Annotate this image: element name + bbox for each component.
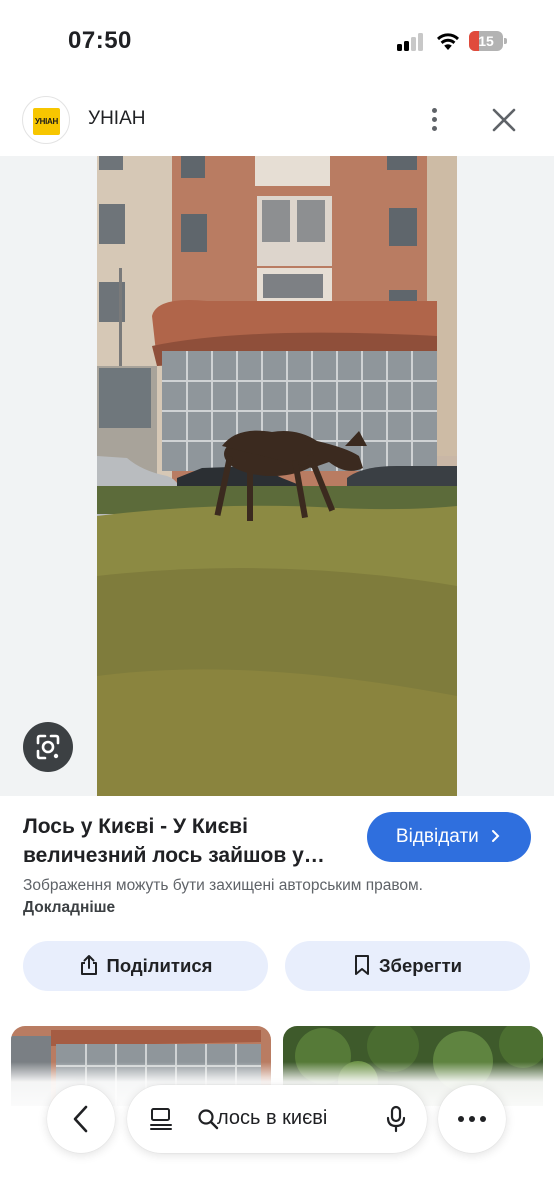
close-icon[interactable] [488, 104, 520, 136]
battery-icon: 15 [469, 31, 507, 51]
tabs-list-icon[interactable] [148, 1106, 174, 1132]
image-preview-area [0, 156, 554, 796]
search-icon [198, 1109, 219, 1130]
copyright-notice: Зображення можуть бути захищені авторськ… [23, 875, 433, 919]
status-bar: 07:50 15 [0, 0, 554, 82]
battery-level: 15 [478, 33, 494, 49]
chevron-right-icon [492, 829, 500, 842]
chevron-left-icon [73, 1105, 88, 1133]
result-title-line1: Лось у Києві - У Києві [23, 815, 248, 838]
site-name[interactable]: УНІАН [88, 108, 145, 130]
search-bar[interactable]: лось в києві [127, 1085, 427, 1153]
cellular-signal-icon [397, 33, 425, 51]
search-query: лось в києві [217, 1107, 328, 1129]
wifi-icon [437, 33, 459, 50]
save-label: Зберегти [378, 955, 463, 976]
moose-photo[interactable] [97, 156, 457, 796]
back-button[interactable] [47, 1085, 115, 1153]
more-horiz-icon [458, 1116, 486, 1122]
more-vert-icon[interactable] [421, 102, 449, 138]
visit-button[interactable]: Відвідати [367, 812, 531, 862]
microphone-icon[interactable] [385, 1105, 407, 1133]
copyright-text: Зображення можуть бути захищені авторськ… [23, 877, 423, 894]
share-button[interactable]: Поділитися [23, 941, 268, 991]
lens-icon [36, 734, 60, 760]
more-options-button[interactable] [438, 1085, 506, 1153]
status-time: 07:50 [68, 27, 132, 54]
result-title[interactable]: Лось у Києві - У Києві величезний лось з… [23, 812, 353, 870]
lens-search-button[interactable] [23, 722, 73, 772]
logo-text: УНІАН [33, 108, 60, 135]
site-logo[interactable]: УНІАН [22, 96, 70, 144]
learn-more-link[interactable]: Докладніше [23, 899, 115, 916]
screen: 07:50 15 УНІАН УНІАН Лось у Києві - У Ки… [0, 0, 554, 1200]
result-title-line2: величезний лось зайшов у… [23, 844, 325, 867]
source-header: УНІАН УНІАН [0, 92, 554, 148]
bookmark-icon [354, 955, 369, 976]
share-label: Поділитися [106, 955, 213, 976]
save-button[interactable]: Зберегти [285, 941, 530, 991]
share-icon [80, 955, 97, 976]
visit-label: Відвідати [395, 826, 479, 847]
